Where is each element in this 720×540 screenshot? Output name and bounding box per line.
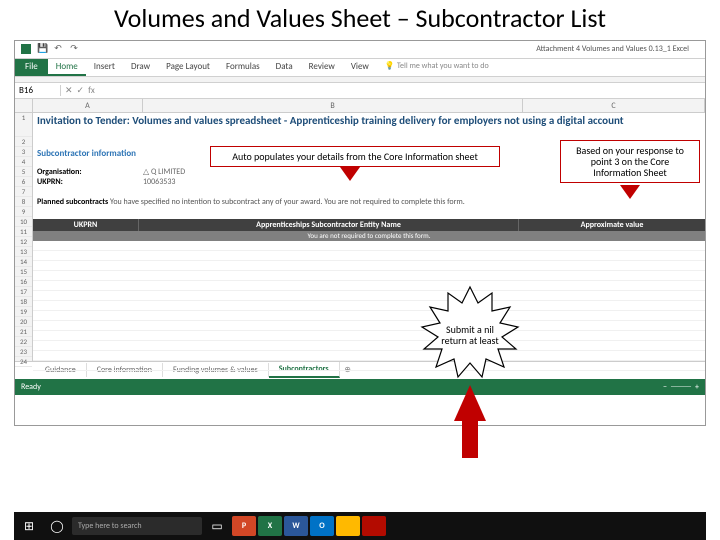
- row-header[interactable]: 7: [15, 187, 32, 197]
- row-header[interactable]: 8: [15, 197, 32, 207]
- tab-insert[interactable]: Insert: [86, 59, 123, 76]
- redo-icon[interactable]: ↷: [69, 44, 79, 54]
- col-header-c[interactable]: C: [523, 99, 705, 112]
- tab-review[interactable]: Review: [301, 59, 343, 76]
- select-all-corner[interactable]: [15, 99, 33, 112]
- row-header[interactable]: 1: [15, 113, 32, 137]
- organisation-label: Organisation:: [33, 167, 139, 177]
- row-header[interactable]: 11: [15, 227, 32, 237]
- word-icon[interactable]: W: [284, 516, 308, 536]
- quick-access-toolbar: 💾 ↶ ↷ Attachment 4 Volumes and Values 0.…: [15, 41, 705, 59]
- row-header[interactable]: 4: [15, 157, 32, 167]
- row-header[interactable]: 2: [15, 137, 32, 147]
- table-not-required-banner: You are not required to complete this fo…: [33, 231, 705, 241]
- row-numbers: 1 2 3 4 5 6 7 8 9 10 11 12 13 14 15 16 1…: [15, 113, 33, 361]
- row-header[interactable]: 24: [15, 357, 32, 367]
- row-header[interactable]: 22: [15, 337, 32, 347]
- formula-bar-row: B16 ✕ ✓ fx: [15, 83, 705, 99]
- tab-draw[interactable]: Draw: [123, 59, 158, 76]
- th-entity-name: Apprenticeships Subcontractor Entity Nam…: [139, 219, 519, 231]
- arrow-down-icon: [340, 167, 360, 181]
- tab-view[interactable]: View: [343, 59, 377, 76]
- starburst-text: Submit a nil return at least: [440, 324, 500, 346]
- row-header[interactable]: 19: [15, 307, 32, 317]
- subcontractor-table-header: UKPRN Apprenticeships Subcontractor Enti…: [33, 219, 705, 231]
- planned-subcontracts-message: You have specified no intention to subco…: [110, 197, 465, 207]
- sheet-heading: Invitation to Tender: Volumes and values…: [33, 113, 705, 137]
- zoom-controls[interactable]: −─────+: [663, 379, 699, 395]
- undo-icon[interactable]: ↶: [53, 44, 63, 54]
- powerpoint-icon[interactable]: P: [232, 516, 256, 536]
- tab-page-layout[interactable]: Page Layout: [158, 59, 218, 76]
- row-header[interactable]: 3: [15, 147, 32, 157]
- ukprn-value: 10063533: [139, 177, 179, 187]
- starburst-callout: Submit a nil return at least: [420, 285, 520, 385]
- row-header[interactable]: 23: [15, 347, 32, 357]
- file-explorer-icon[interactable]: [336, 516, 360, 536]
- save-icon[interactable]: 💾: [37, 44, 47, 54]
- arrow-up-icon: [454, 385, 486, 421]
- row-header[interactable]: 17: [15, 287, 32, 297]
- th-approx-value: Approximate value: [519, 219, 705, 231]
- column-headers: A B C: [15, 99, 705, 113]
- outlook-icon[interactable]: O: [310, 516, 334, 536]
- tab-formulas[interactable]: Formulas: [218, 59, 268, 76]
- row-header[interactable]: 15: [15, 267, 32, 277]
- excel-icon[interactable]: X: [258, 516, 282, 536]
- empty-data-rows[interactable]: [33, 241, 705, 371]
- acrobat-icon[interactable]: [362, 516, 386, 536]
- row-header[interactable]: 9: [15, 207, 32, 217]
- col-header-b[interactable]: B: [143, 99, 523, 112]
- enter-icon[interactable]: ✓: [77, 85, 85, 96]
- ribbon-tabs: File Home Insert Draw Page Layout Formul…: [15, 59, 705, 77]
- file-tab[interactable]: File: [15, 59, 48, 76]
- row-header[interactable]: 16: [15, 277, 32, 287]
- tab-home[interactable]: Home: [48, 59, 86, 76]
- callout-response-point3: Based on your response to point 3 on the…: [560, 140, 700, 183]
- tell-me-search[interactable]: Tell me what you want to do: [377, 59, 497, 76]
- th-ukprn: UKPRN: [33, 219, 139, 231]
- arrow-up-stem: [462, 418, 478, 458]
- window-title: Attachment 4 Volumes and Values 0.13_1 E…: [85, 44, 699, 54]
- callout-auto-populate: Auto populates your details from the Cor…: [210, 146, 500, 167]
- name-box[interactable]: B16: [15, 85, 61, 96]
- row-header[interactable]: 12: [15, 237, 32, 247]
- row-header[interactable]: 6: [15, 177, 32, 187]
- taskbar-search[interactable]: Type here to search: [72, 517, 202, 535]
- ukprn-label: UKPRN:: [33, 177, 139, 187]
- start-button[interactable]: ⊞: [16, 514, 42, 538]
- row-header[interactable]: 14: [15, 257, 32, 267]
- cancel-icon[interactable]: ✕: [65, 85, 73, 96]
- col-header-a[interactable]: A: [33, 99, 143, 112]
- status-ready: Ready: [21, 379, 663, 395]
- status-bar: Ready −─────+: [15, 379, 705, 395]
- row-header[interactable]: 13: [15, 247, 32, 257]
- cortana-icon[interactable]: ◯: [44, 514, 70, 538]
- row-header[interactable]: 5: [15, 167, 32, 177]
- excel-window: 💾 ↶ ↷ Attachment 4 Volumes and Values 0.…: [14, 40, 706, 426]
- arrow-down-icon: [620, 185, 640, 199]
- tab-data[interactable]: Data: [268, 59, 301, 76]
- row-header[interactable]: 18: [15, 297, 32, 307]
- excel-icon: [21, 44, 31, 54]
- row-header[interactable]: 21: [15, 327, 32, 337]
- planned-subcontracts-label: Planned subcontracts: [37, 197, 108, 207]
- fx-icon[interactable]: fx: [88, 85, 95, 96]
- task-view-icon[interactable]: ▭: [204, 514, 230, 538]
- row-header[interactable]: 20: [15, 317, 32, 327]
- slide-title: Volumes and Values Sheet – Subcontractor…: [0, 0, 720, 40]
- row-header[interactable]: 10: [15, 217, 32, 227]
- windows-taskbar: ⊞ ◯ Type here to search ▭ P X W O: [14, 512, 706, 540]
- organisation-value: △ Q LIMITED: [139, 167, 189, 177]
